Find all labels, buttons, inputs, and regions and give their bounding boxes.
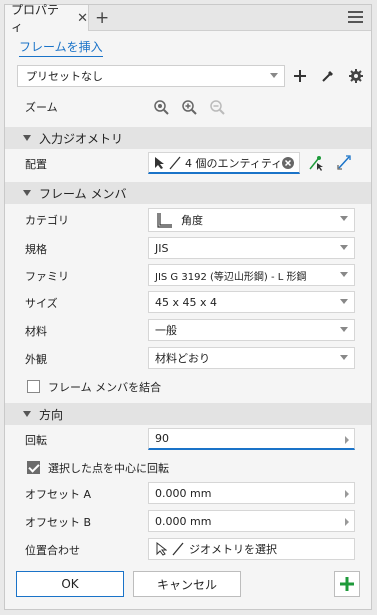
collapse-triangle-icon (23, 411, 31, 417)
offset-a-input[interactable]: 0.000 mm (148, 482, 355, 504)
ok-button[interactable]: OK (16, 571, 124, 597)
zoom-in-icon[interactable] (181, 99, 197, 115)
section-title: フレーム メンバ (39, 186, 127, 201)
offset-b-input[interactable]: 0.000 mm (148, 510, 355, 532)
chevron-down-icon (340, 272, 348, 277)
placement-label: 配置 (25, 158, 47, 171)
family-row: ファミリ JIS G 3192 (等辺山形鋼) - L 形鋼 (5, 262, 371, 288)
standard-row: 規格 JIS (5, 235, 371, 261)
chevron-down-icon (340, 245, 348, 250)
rotate-about-point-label: 選択した点を中心に回転 (48, 462, 169, 475)
rotation-input[interactable]: 90 (148, 428, 355, 450)
flip-direction-icon[interactable] (336, 154, 352, 172)
pick-eyedropper-icon[interactable] (319, 67, 337, 85)
angle-profile-icon (157, 213, 172, 228)
placement-value: 4 個のエンティティ (185, 156, 283, 170)
family-value: JIS G 3192 (等辺山形鋼) - L 形鋼 (155, 271, 307, 283)
rotation-value: 90 (155, 432, 169, 445)
zoom-label: ズーム (25, 101, 58, 114)
tab-label: プロパティ (11, 3, 60, 34)
family-label: ファミリ (25, 270, 69, 283)
input-geometry-section-header[interactable]: 入力ジオメトリ (5, 127, 371, 149)
chevron-down-icon (270, 73, 278, 78)
tab-bar: プロパティ ✕ + (5, 3, 371, 34)
size-value: 45 x 45 x 4 (155, 295, 217, 309)
family-dropdown[interactable]: JIS G 3192 (等辺山形鋼) - L 形鋼 (148, 264, 355, 286)
category-row: カテゴリ 角度 (5, 206, 371, 232)
size-dropdown[interactable]: 45 x 45 x 4 (148, 291, 355, 313)
category-value: 角度 (181, 214, 203, 227)
line-select-icon (169, 156, 181, 169)
size-row: サイズ 45 x 45 x 4 (5, 289, 371, 315)
size-label: サイズ (25, 297, 58, 310)
chevron-down-icon (340, 299, 348, 304)
merge-row: フレーム メンバを結合 (5, 373, 371, 399)
cursor-arrow-icon (155, 156, 164, 169)
material-row: 材料 一般 (5, 317, 371, 343)
rotation-row: 回転 90 (5, 426, 371, 452)
placement-row: 配置 4 個のエンティティ (5, 150, 371, 176)
material-dropdown[interactable]: 一般 (148, 319, 355, 341)
clear-selection-icon[interactable] (282, 157, 294, 169)
spin-arrow-icon[interactable] (345, 436, 349, 444)
offset-b-value: 0.000 mm (155, 514, 212, 528)
appearance-dropdown[interactable]: 材料どおり (148, 347, 355, 369)
align-label: 位置合わせ (25, 544, 80, 557)
close-icon[interactable]: ✕ (77, 11, 88, 26)
standard-label: 規格 (25, 243, 47, 256)
add-preset-icon[interactable] (291, 67, 309, 85)
category-label: カテゴリ (25, 214, 69, 227)
rotate-about-point-row: 選択した点を中心に回転 (5, 454, 371, 480)
material-value: 一般 (155, 324, 177, 337)
zoom-fit-icon[interactable] (153, 99, 169, 115)
appearance-row: 外観 材料どおり (5, 345, 371, 371)
standard-dropdown[interactable]: JIS (148, 237, 355, 259)
preset-dropdown[interactable]: プリセットなし (17, 65, 285, 87)
offset-b-label: オフセット B (25, 516, 92, 529)
orientation-section-header[interactable]: 方向 (5, 403, 371, 425)
select-chain-icon[interactable] (308, 154, 326, 172)
insert-frame-link[interactable]: フレームを挿入 (19, 38, 103, 57)
appearance-value: 材料どおり (155, 352, 210, 365)
section-title: 方向 (39, 407, 64, 422)
align-value: ジオメトリを選択 (189, 543, 277, 556)
offset-a-value: 0.000 mm (155, 486, 212, 500)
cancel-button[interactable]: キャンセル (133, 571, 241, 597)
offset-b-row: オフセット B 0.000 mm (5, 508, 371, 534)
tab-properties[interactable]: プロパティ ✕ (5, 3, 89, 34)
collapse-triangle-icon (23, 190, 31, 196)
align-geometry-selector[interactable]: ジオメトリを選択 (148, 538, 355, 560)
apply-plus-button[interactable] (334, 571, 360, 597)
spin-arrow-icon[interactable] (345, 518, 349, 526)
offset-a-label: オフセット A (25, 488, 92, 501)
plus-icon (340, 577, 354, 591)
gear-icon[interactable] (347, 67, 365, 85)
properties-panel: プロパティ ✕ + フレームを挿入 プリセットなし ズーム 入力ジオメトリ 配置… (4, 3, 372, 610)
merge-members-label: フレーム メンバを結合 (48, 381, 162, 394)
collapse-triangle-icon (23, 135, 31, 141)
offset-a-row: オフセット A 0.000 mm (5, 480, 371, 506)
merge-members-checkbox[interactable] (27, 380, 40, 393)
category-dropdown[interactable]: 角度 (148, 208, 355, 232)
frame-member-section-header[interactable]: フレーム メンバ (5, 182, 371, 204)
appearance-label: 外観 (25, 353, 47, 366)
material-label: 材料 (25, 325, 47, 338)
spin-arrow-icon[interactable] (345, 490, 349, 498)
line-select-icon (172, 542, 184, 556)
add-tab-icon[interactable]: + (95, 8, 109, 28)
chevron-down-icon (340, 355, 348, 360)
rotation-label: 回転 (25, 434, 47, 447)
section-title: 入力ジオメトリ (39, 131, 124, 146)
align-row: 位置合わせ ジオメトリを選択 (5, 536, 371, 562)
hamburger-menu-icon[interactable] (348, 9, 363, 23)
cursor-arrow-icon (156, 542, 167, 556)
chevron-down-icon (340, 216, 348, 221)
standard-value: JIS (155, 241, 169, 255)
rotate-about-point-checkbox[interactable] (27, 461, 40, 474)
zoom-out-icon[interactable] (209, 99, 225, 115)
chevron-down-icon (340, 327, 348, 332)
placement-selector[interactable]: 4 個のエンティティ (148, 152, 300, 174)
preset-value: プリセットなし (26, 70, 103, 83)
